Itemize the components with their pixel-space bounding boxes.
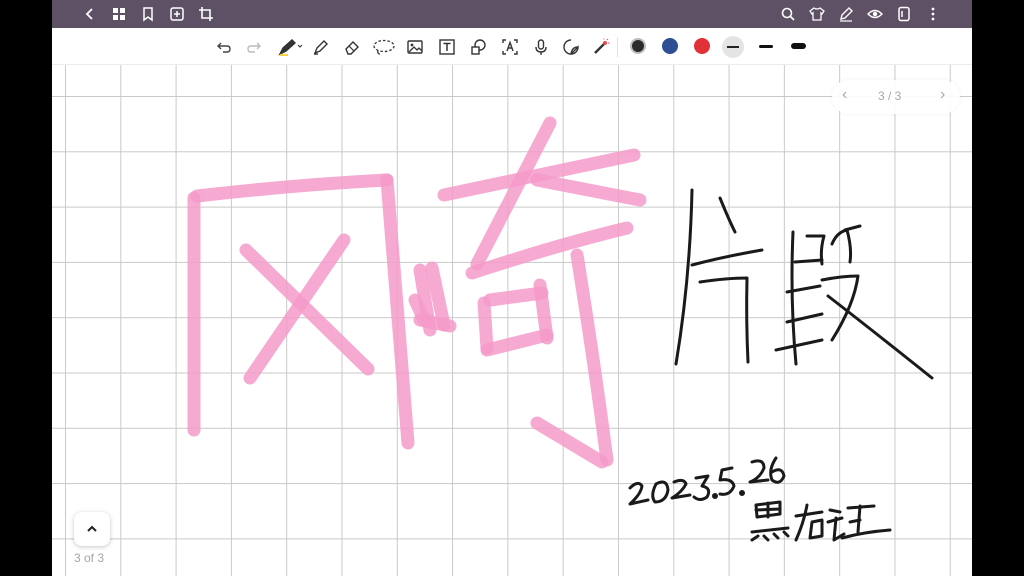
pen-strokes (628, 188, 934, 542)
scroll-top-button[interactable] (74, 512, 110, 546)
highlighter-strokes (187, 116, 647, 469)
note-app: ‹ 3 / 3 › 3 of 3 (52, 0, 972, 576)
page-count-label: 3 of 3 (74, 551, 105, 565)
next-page-icon[interactable]: › (940, 86, 945, 104)
prev-page-icon[interactable]: ‹ (842, 86, 847, 104)
page-navigator: ‹ 3 / 3 › (832, 80, 960, 114)
page-indicator: 3 / 3 (878, 89, 902, 103)
chevron-up-icon (87, 525, 97, 532)
